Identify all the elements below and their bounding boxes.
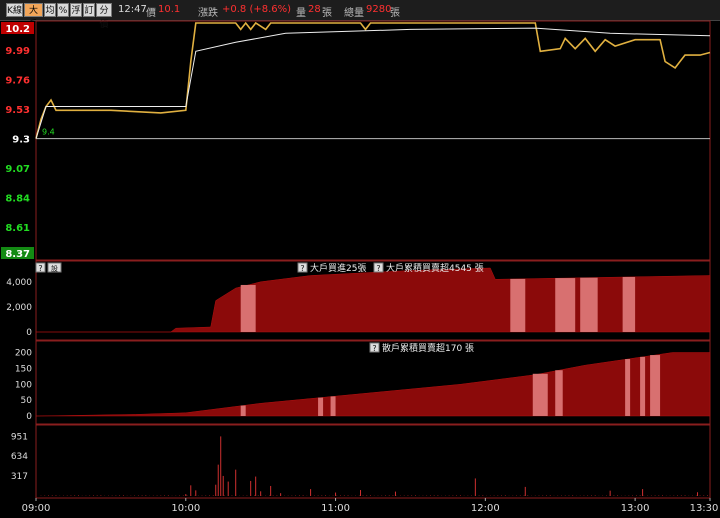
price-tick-label: 9.99 (5, 46, 30, 57)
panel-frame-vol (35, 424, 711, 499)
price-line (35, 21, 711, 139)
retail-highlight-bar (240, 405, 246, 416)
help-icon-glyph: ? (38, 264, 42, 273)
price-tick-label: 8.37 (5, 249, 30, 260)
big-trader-cum-legend: 大戶累積買賣超4545 張 (386, 262, 484, 274)
price-tick-label: 9.76 (5, 76, 30, 87)
big-trader-highlight-bar (622, 276, 636, 332)
retail-highlight-bar (650, 355, 661, 416)
retail-highlight-bar (555, 370, 563, 416)
big-trader-tick-label: 4,000 (6, 278, 32, 288)
price-tick-label: 8.61 (5, 223, 30, 234)
retail-highlight-bar (318, 397, 324, 416)
big-trader-highlight-bar (240, 284, 256, 332)
retail-area (35, 352, 711, 417)
retail-legend: 散戶累積買賣超170 張 (382, 342, 474, 354)
retail-tick-label: 150 (15, 364, 32, 374)
average-line (35, 27, 711, 139)
chart-bars (35, 267, 711, 496)
retail-highlight-bar (625, 359, 631, 416)
price-tick-label: 10.2 (5, 24, 30, 35)
intraday-chart[interactable]: 10.2 9.99 9.76 9.53 9.3 9.07 8.84 8.61 8.37 9.4? 設… (0, 0, 720, 518)
big-trader-speed-legend: 大戶買進25張 (310, 262, 366, 274)
retail-tick-label: 0 (26, 412, 32, 422)
time-tick-label: 09:00 (22, 503, 51, 514)
big-trader-highlight-bar (580, 277, 598, 332)
time-tick-label: 13:30 (690, 503, 719, 514)
panel-frames (35, 20, 711, 499)
help-icon-glyph: ? (376, 264, 380, 273)
volume-tick-label: 951 (11, 432, 28, 442)
panel-frame-price (35, 20, 711, 261)
retail-tick-label: 200 (15, 349, 32, 359)
big-trader-tick-label: 2,000 (6, 303, 32, 313)
price-tick-label: 9.53 (5, 105, 30, 116)
retail-highlight-bar (330, 396, 336, 416)
retail-tick-label: 100 (15, 380, 32, 390)
price-tick-label: 9.3 (12, 135, 30, 146)
time-tick-label: 13:00 (621, 503, 650, 514)
big-trader-highlight-bar (510, 278, 526, 332)
chart-lines (35, 21, 711, 139)
price-tick-label: 9.07 (5, 164, 30, 175)
time-tick-label: 11:00 (321, 503, 350, 514)
volume-tick-label: 317 (11, 472, 28, 482)
big-trader-area (36, 267, 711, 333)
chart-labels: 10.2 9.99 9.76 9.53 9.3 9.07 8.84 8.61 8.37 9.4? 設… (1, 22, 718, 514)
settings-button-label: 設 (51, 264, 58, 273)
retail-highlight-bar (640, 356, 646, 416)
price-tick-label: 8.84 (5, 194, 30, 205)
big-trader-tick-label: 0 (26, 328, 32, 338)
big-trader-highlight-bar (555, 278, 576, 332)
help-icon-glyph: ? (372, 344, 376, 353)
volume-tick-label: 634 (11, 452, 28, 462)
time-tick-label: 12:00 (471, 503, 500, 514)
retail-highlight-bar (532, 373, 548, 416)
retail-tick-label: 50 (21, 396, 33, 406)
time-tick-label: 10:00 (171, 503, 200, 514)
help-icon-glyph: ? (300, 264, 304, 273)
open-marker: 9.4 (42, 128, 55, 137)
